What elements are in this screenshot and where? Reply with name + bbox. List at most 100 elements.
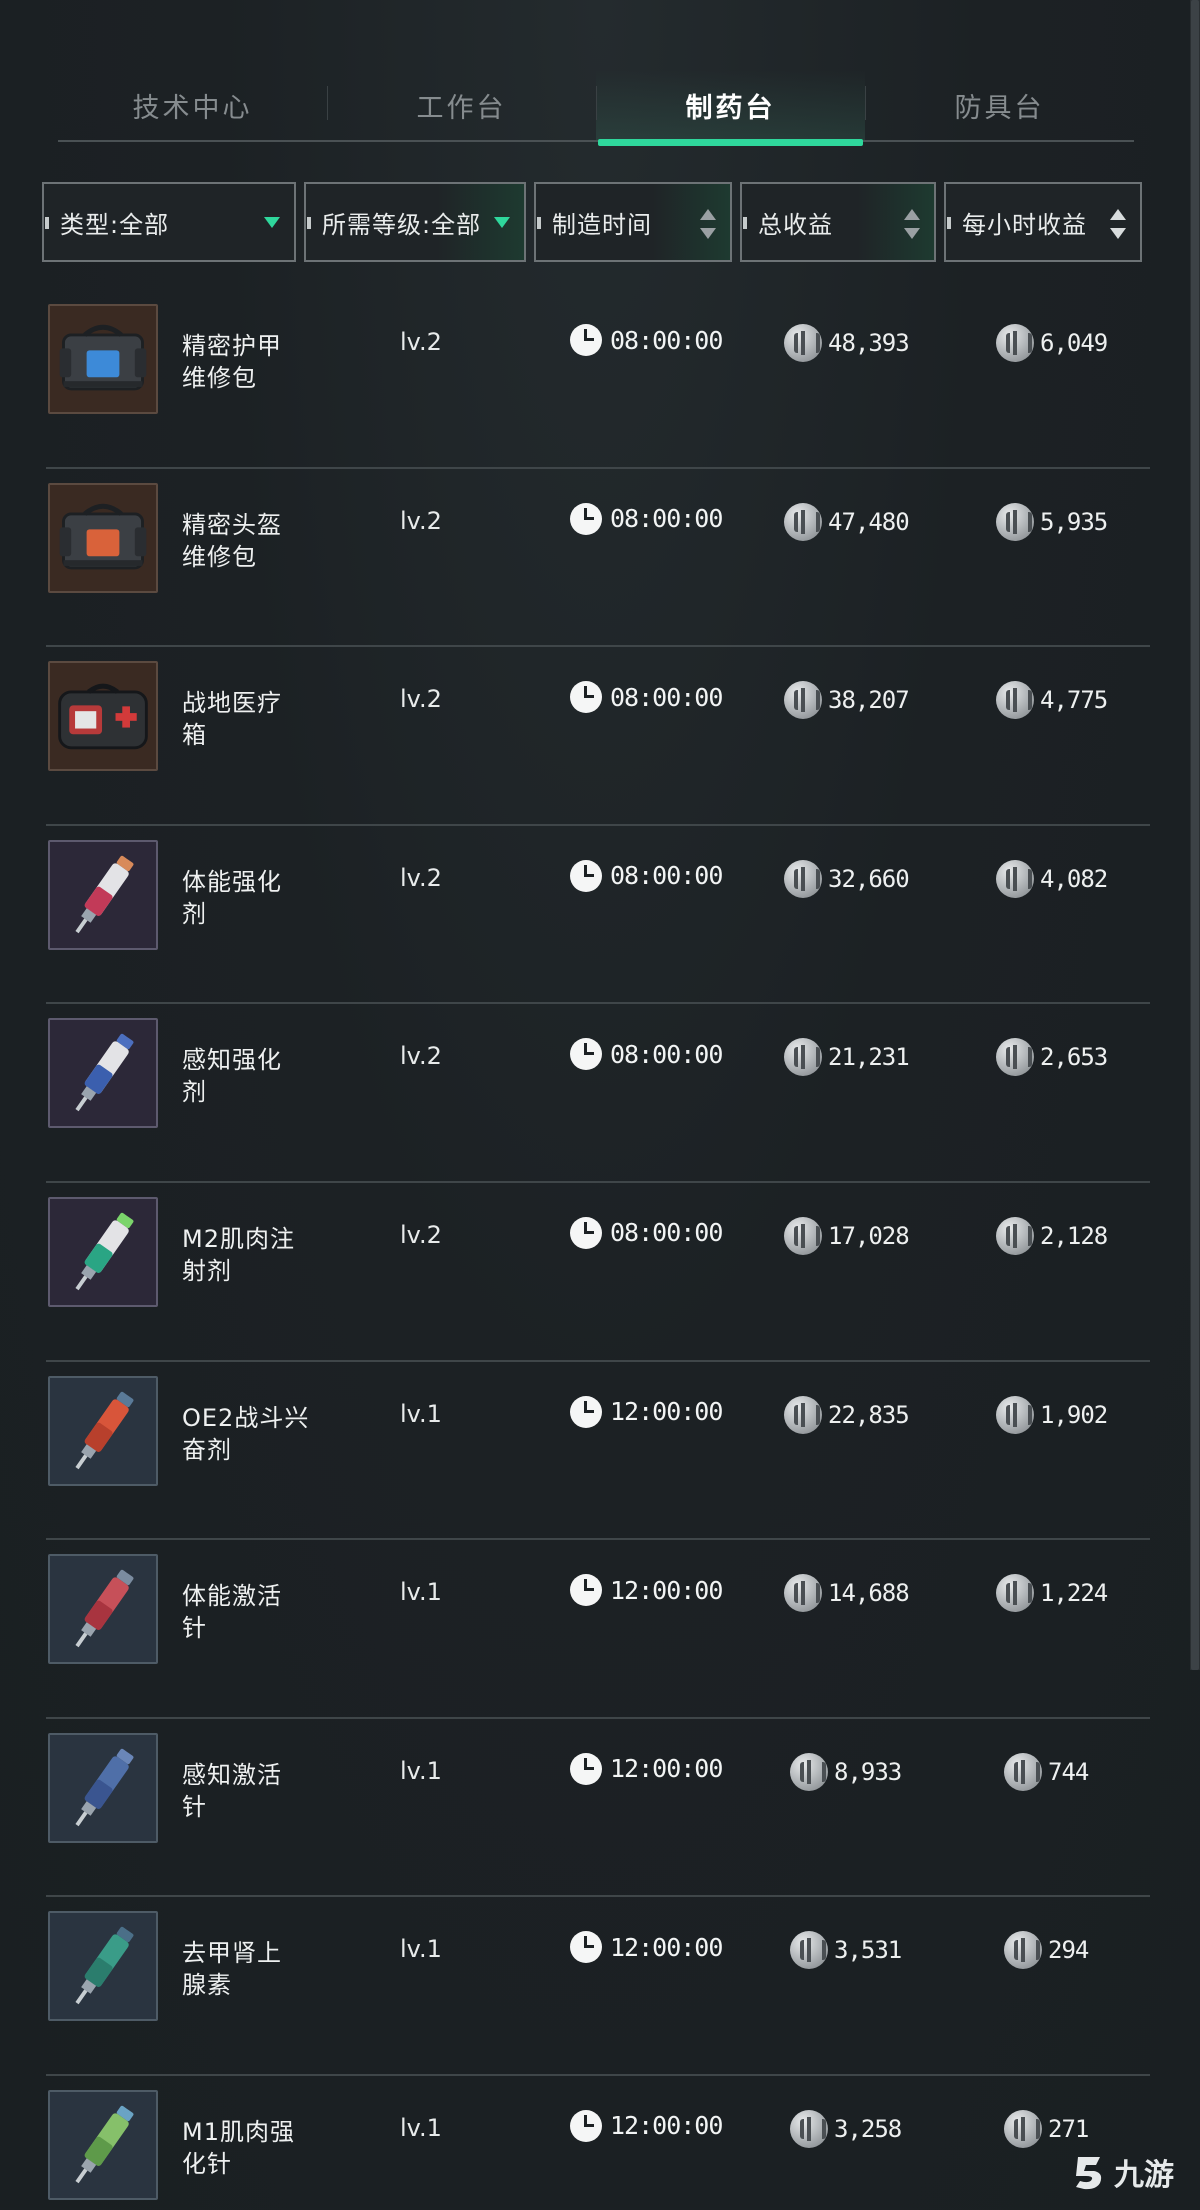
- item-name: 战地医疗箱: [182, 687, 322, 751]
- coin-icon: [996, 502, 1034, 541]
- total-profit: 22,835: [784, 1395, 910, 1434]
- required-level: lv.1: [400, 1578, 442, 1607]
- type-filter-dropdown[interactable]: 类型:全部: [42, 182, 296, 262]
- coin-icon: [996, 1574, 1034, 1613]
- hourly-profit: 2,128: [996, 1216, 1108, 1255]
- hourly-profit: 294: [1004, 1931, 1089, 1970]
- sort-icon: [904, 209, 920, 239]
- item-name-line1: M1肌肉强: [182, 2117, 295, 2146]
- required-level: lv.2: [400, 1220, 442, 1249]
- required-level: lv.1: [400, 1935, 442, 1964]
- clock-icon: [570, 1574, 602, 1607]
- recipe-row[interactable]: 精密护甲 维修包 lv.2 08:00:00 48,393 6,049: [46, 290, 1150, 469]
- hourly-profit: 5,935: [996, 502, 1108, 541]
- coin-icon: [784, 859, 822, 898]
- norepinephrine-icon: [48, 1911, 158, 2022]
- item-name-line2: 针: [182, 1792, 207, 1821]
- hourly-profit-value: 4,082: [1040, 864, 1108, 893]
- recipe-row[interactable]: M2肌肉注射剂 lv.2 08:00:00 17,028 2,128: [46, 1183, 1150, 1362]
- item-name-line1: 精密护甲: [182, 332, 282, 360]
- sort-by-total-button[interactable]: 总收益: [740, 182, 936, 262]
- watermark-text: 九游: [1114, 2158, 1174, 2193]
- item-name: 感知激活针: [182, 1759, 322, 1823]
- clock-icon: [570, 859, 602, 892]
- recipe-row[interactable]: OE2战斗兴 奋剂 lv.1 12:00:00 22,835 1,902: [46, 1362, 1150, 1541]
- crafting-page: 技术中心 工作台 制药台 防具台 类型:全部 所需等级:全部 制造时间 总收益 …: [0, 0, 1200, 2210]
- recipe-row[interactable]: 战地医疗箱 lv.2 08:00:00 38,207 4,775: [46, 647, 1150, 826]
- tab-tech-center[interactable]: 技术中心: [58, 70, 327, 140]
- item-name-line2: 射剂: [182, 1256, 232, 1285]
- recipe-row[interactable]: 精密头盔 维修包 lv.2 08:00:00 47,480 5,935: [46, 469, 1150, 648]
- hourly-profit: 1,902: [996, 1395, 1108, 1434]
- level-filter-label: 所需等级:全部: [322, 210, 482, 239]
- item-name-line1: M2肌肉注: [182, 1224, 295, 1253]
- item-name-line1: OE2战斗兴: [182, 1403, 310, 1432]
- sort-by-time-button[interactable]: 制造时间: [534, 182, 732, 262]
- time-sort-label: 制造时间: [552, 210, 652, 239]
- clock-icon: [570, 1395, 602, 1428]
- tab-label: 技术中心: [132, 92, 253, 124]
- item-name: 体能激活针: [182, 1580, 322, 1644]
- item-name: 精密护甲 维修包: [182, 330, 322, 394]
- total-profit: 14,688: [784, 1574, 910, 1613]
- watermark-logo-icon: [1072, 2153, 1108, 2191]
- hourly-profit: 271: [1004, 2109, 1089, 2148]
- level-filter-dropdown[interactable]: 所需等级:全部: [304, 182, 526, 262]
- perception-activator-icon: [48, 1732, 158, 1843]
- recipe-row[interactable]: M1肌肉强 化针 lv.1 12:00:00 3,258 271: [46, 2076, 1150, 2210]
- recipe-row[interactable]: 感知激活针 lv.1 12:00:00 8,933 744: [46, 1719, 1150, 1898]
- total-profit-value: 32,660: [828, 864, 910, 893]
- recipe-row[interactable]: 体能激活针 lv.1 12:00:00 14,688 1,224: [46, 1540, 1150, 1719]
- craft-time: 08:00:00: [570, 1216, 723, 1249]
- total-profit-value: 21,231: [828, 1043, 910, 1072]
- hourly-profit-value: 294: [1048, 1936, 1089, 1965]
- recipe-row[interactable]: 去甲肾上 腺素 lv.1 12:00:00 3,531 294: [46, 1897, 1150, 2076]
- required-level: lv.1: [400, 1756, 442, 1785]
- hourly-profit: 744: [1004, 1752, 1089, 1791]
- item-name-line1: 体能激活: [182, 1582, 282, 1611]
- tab-armor-bench[interactable]: 防具台: [865, 70, 1134, 140]
- recipe-row[interactable]: 体能强化剂 lv.2 08:00:00 32,660 4,082: [46, 826, 1150, 1005]
- clock-icon: [570, 1216, 602, 1249]
- scrollbar-track[interactable]: [1190, 0, 1200, 1670]
- sort-icon: [1110, 209, 1126, 239]
- craft-time: 12:00:00: [570, 1574, 723, 1607]
- tab-pharmacy[interactable]: 制药台: [596, 70, 865, 146]
- hourly-profit: 2,653: [996, 1038, 1108, 1077]
- total-profit: 8,933: [790, 1752, 902, 1791]
- total-profit: 21,231: [784, 1038, 910, 1077]
- item-name-line1: 感知强化: [182, 1046, 282, 1075]
- tab-workbench[interactable]: 工作台: [327, 70, 596, 140]
- craft-time: 12:00:00: [570, 1752, 723, 1785]
- muscle-injector-icon: [48, 1196, 158, 1307]
- recipe-list: 精密护甲 维修包 lv.2 08:00:00 48,393 6,049 精密头盔 维修包 lv.…: [46, 290, 1150, 2210]
- sort-icon: [700, 209, 716, 239]
- coin-icon: [784, 1216, 822, 1255]
- clock-icon: [570, 1752, 602, 1785]
- coin-icon: [996, 1395, 1034, 1434]
- coin-icon: [996, 859, 1034, 898]
- craft-time-value: 12:00:00: [610, 1754, 723, 1784]
- clock-icon: [570, 2109, 602, 2142]
- coin-icon: [784, 1038, 822, 1077]
- hourly-profit-value: 271: [1048, 2114, 1089, 2143]
- total-profit-value: 17,028: [828, 1221, 910, 1250]
- type-filter-label: 类型:全部: [60, 210, 170, 239]
- clock-icon: [570, 324, 602, 356]
- hourly-sort-label: 每小时收益: [962, 210, 1087, 239]
- item-name-line1: 精密头盔: [182, 510, 282, 539]
- total-sort-label: 总收益: [758, 210, 833, 239]
- craft-time: 12:00:00: [570, 1395, 723, 1428]
- item-name-line2: 针: [182, 1614, 207, 1643]
- site-watermark: 九游: [1072, 2150, 1174, 2194]
- total-profit: 47,480: [784, 502, 910, 541]
- scrollbar-thumb[interactable]: [1191, 0, 1199, 1670]
- total-profit-value: 48,393: [828, 329, 910, 357]
- craft-time-value: 08:00:00: [610, 1218, 723, 1248]
- craft-time-value: 12:00:00: [610, 2111, 723, 2141]
- clock-icon: [570, 1931, 602, 1964]
- required-level: lv.2: [400, 863, 442, 892]
- chevron-down-icon: [494, 217, 510, 228]
- sort-by-hourly-button[interactable]: 每小时收益: [944, 182, 1142, 262]
- recipe-row[interactable]: 感知强化剂 lv.2 08:00:00 21,231 2,653: [46, 1004, 1150, 1183]
